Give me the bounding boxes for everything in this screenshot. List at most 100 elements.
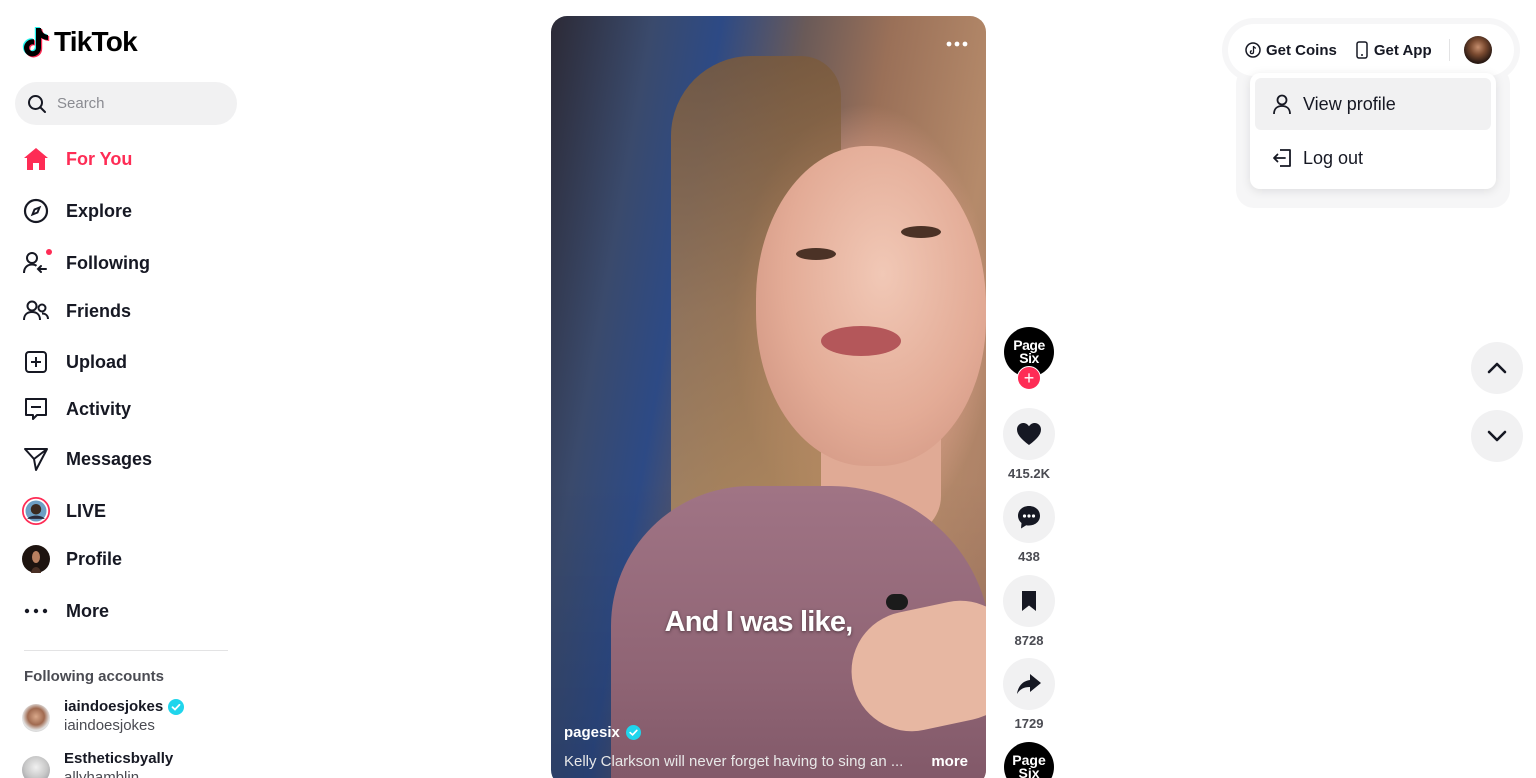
nav-live[interactable]: LIVE xyxy=(22,493,106,529)
account-username-row: Estheticsbyally xyxy=(64,750,173,767)
profile-avatar-icon xyxy=(22,545,50,573)
nav-messages[interactable]: Messages xyxy=(22,441,152,477)
nav-label: Profile xyxy=(66,548,123,569)
comment-icon xyxy=(1018,506,1040,529)
person-icon xyxy=(1273,94,1291,115)
view-profile-menu-item[interactable]: View profile xyxy=(1255,78,1491,130)
comment-button[interactable] xyxy=(1003,491,1055,543)
activity-icon xyxy=(22,395,50,423)
video-description: Kelly Clarkson will never forget having … xyxy=(564,753,974,770)
share-button[interactable] xyxy=(1003,658,1055,710)
page-six-logo: Page Six xyxy=(1013,337,1045,366)
comment-count: 438 xyxy=(1018,549,1040,564)
profile-dropdown-menu: View profile Log out xyxy=(1250,73,1496,189)
next-creator-avatar[interactable]: Page Six xyxy=(1004,742,1054,778)
following-account-item[interactable]: iaindoesjokes iaindoesjokes xyxy=(22,698,185,734)
nav-following[interactable]: Following xyxy=(22,245,150,281)
video-subtitle: And I was like, xyxy=(664,606,854,638)
video-frame-mouth xyxy=(821,326,901,356)
nav-label: More xyxy=(66,600,110,621)
log-out-menu-item[interactable]: Log out xyxy=(1255,132,1491,184)
account-nickname: iaindoesjokes xyxy=(64,717,155,734)
nav-label: For You xyxy=(66,148,133,169)
account-username: Estheticsbyally xyxy=(64,750,174,767)
video-options-button[interactable] xyxy=(946,34,968,47)
bookmark-icon xyxy=(1022,591,1036,611)
video-player[interactable]: And I was like, pagesix Kelly Clarkson w… xyxy=(551,16,986,778)
page-six-logo: Page Six xyxy=(1012,752,1046,778)
coin-icon xyxy=(1245,42,1261,58)
nav-more[interactable]: More xyxy=(22,593,109,629)
description-more-button[interactable]: more xyxy=(931,753,968,770)
next-video-button[interactable] xyxy=(1471,410,1523,462)
following-account-item[interactable]: Estheticsbyally allyhamblin xyxy=(22,750,173,778)
video-frame-eye xyxy=(796,248,836,260)
previous-video-button[interactable] xyxy=(1471,342,1523,394)
description-text: Kelly Clarkson will never forget having … xyxy=(564,753,904,770)
tiktok-note-icon xyxy=(22,27,50,58)
chevron-up-icon xyxy=(1487,362,1507,374)
friends-icon xyxy=(22,297,50,325)
nav-label: Friends xyxy=(66,300,132,321)
verified-badge-icon xyxy=(168,698,185,715)
heart-icon xyxy=(1017,423,1041,445)
nav-upload[interactable]: Upload xyxy=(22,344,127,380)
nav-label: Upload xyxy=(66,351,127,372)
nav-label: Following xyxy=(66,252,150,273)
user-avatar-button[interactable] xyxy=(1463,36,1492,64)
nav-profile[interactable]: Profile xyxy=(22,541,122,577)
live-avatar-icon xyxy=(22,497,50,525)
nav-activity[interactable]: Activity xyxy=(22,391,131,427)
like-count: 415.2K xyxy=(1008,466,1050,481)
chevron-down-icon xyxy=(1487,430,1507,442)
video-frame-eye xyxy=(901,226,941,238)
sidebar-divider xyxy=(24,650,228,651)
menu-item-label: Log out xyxy=(1303,147,1364,168)
search-bar[interactable] xyxy=(15,82,237,125)
share-count: 1729 xyxy=(1014,716,1044,731)
phone-icon xyxy=(1356,41,1368,59)
like-button[interactable] xyxy=(1003,408,1055,460)
nav-friends[interactable]: Friends xyxy=(22,293,131,329)
upload-icon xyxy=(22,348,50,376)
nav-label: Messages xyxy=(66,448,153,469)
notification-dot xyxy=(46,249,52,255)
search-input[interactable] xyxy=(57,95,217,112)
search-icon xyxy=(28,94,46,113)
save-count: 8728 xyxy=(1014,633,1044,648)
logout-icon xyxy=(1273,149,1291,167)
nav-for-you[interactable]: For You xyxy=(22,141,132,177)
account-username-row: iaindoesjokes xyxy=(64,698,185,715)
video-frame-face xyxy=(756,146,986,466)
top-actions-bar: Get Coins Get App xyxy=(1228,24,1514,76)
messages-icon xyxy=(22,445,50,473)
verified-badge-icon xyxy=(625,725,641,740)
nav-label: Explore xyxy=(66,200,133,221)
nav-label: Activity xyxy=(66,398,132,419)
account-avatar xyxy=(22,704,50,732)
nav-label: LIVE xyxy=(66,500,107,521)
get-coins-label: Get Coins xyxy=(1266,41,1337,59)
sidebar: TikTok For You Explore Following xyxy=(0,0,252,778)
more-icon xyxy=(22,597,50,625)
follow-button[interactable]: + xyxy=(1017,366,1041,390)
tiktok-logo[interactable]: TikTok xyxy=(22,26,138,58)
save-button[interactable] xyxy=(1003,575,1055,627)
get-coins-button[interactable]: Get Coins xyxy=(1245,42,1337,59)
account-username: iaindoesjokes xyxy=(64,698,164,715)
following-icon xyxy=(22,249,52,277)
ellipsis-icon xyxy=(946,41,968,47)
logo-text: TikTok xyxy=(54,26,138,57)
share-icon xyxy=(1017,674,1041,694)
account-nickname: allyhamblin xyxy=(64,769,140,778)
home-icon xyxy=(22,145,50,173)
following-accounts-title: Following accounts xyxy=(24,668,165,685)
nav-explore[interactable]: Explore xyxy=(22,193,132,229)
account-avatar xyxy=(22,756,50,778)
get-app-button[interactable]: Get App xyxy=(1355,41,1432,59)
compass-icon xyxy=(22,197,50,225)
video-author[interactable]: pagesix xyxy=(564,724,641,741)
topbar-divider xyxy=(1448,39,1450,61)
author-name: pagesix xyxy=(564,724,620,741)
menu-item-label: View profile xyxy=(1303,93,1396,114)
